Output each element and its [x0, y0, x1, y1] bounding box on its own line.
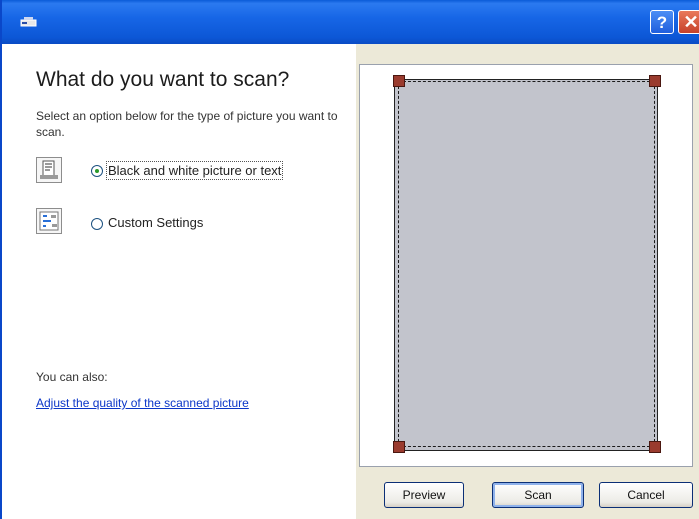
- preview-panel: [359, 64, 693, 467]
- also-label: You can also:: [36, 370, 108, 384]
- option-bw-label[interactable]: Black and white picture or text: [105, 161, 284, 180]
- crop-handle-bottom-right[interactable]: [649, 441, 661, 453]
- scan-button[interactable]: Scan: [492, 482, 584, 508]
- options-pane: What do you want to scan? Select an opti…: [2, 44, 356, 519]
- title-bar[interactable]: ? ✕: [2, 0, 699, 44]
- custom-settings-icon[interactable]: [36, 208, 62, 234]
- selection-marquee[interactable]: [398, 81, 655, 447]
- option-custom-radio[interactable]: [91, 218, 103, 230]
- text-document-icon[interactable]: [36, 157, 62, 183]
- instructions-text: Select an option below for the type of p…: [36, 109, 338, 139]
- crop-handle-top-right[interactable]: [649, 75, 661, 87]
- close-button[interactable]: ✕: [678, 10, 699, 34]
- adjust-quality-link[interactable]: Adjust the quality of the scanned pictur…: [36, 396, 249, 410]
- crop-handle-bottom-left[interactable]: [393, 441, 405, 453]
- scanner-wizard-window: ? ✕ What do you want to scan? Select an …: [0, 0, 699, 519]
- scanner-icon: [20, 17, 37, 27]
- cancel-button[interactable]: Cancel: [599, 482, 693, 508]
- page-title: What do you want to scan?: [36, 68, 290, 91]
- option-custom-label[interactable]: Custom Settings: [108, 215, 203, 230]
- help-button[interactable]: ?: [650, 10, 674, 34]
- crop-handle-top-left[interactable]: [393, 75, 405, 87]
- option-bw-radio[interactable]: [91, 165, 103, 177]
- radio-selected-dot: [95, 169, 99, 173]
- preview-button[interactable]: Preview: [384, 482, 464, 508]
